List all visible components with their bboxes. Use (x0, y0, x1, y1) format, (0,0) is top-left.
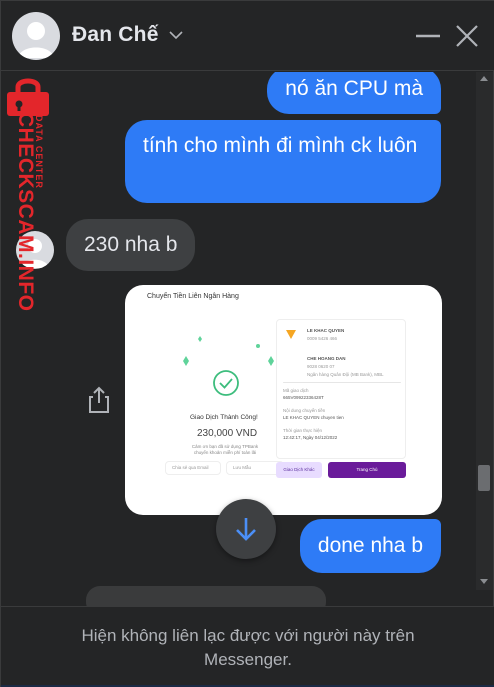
sender-account: 0009 5426 466 (307, 336, 338, 341)
avatar[interactable] (12, 12, 60, 60)
receiver-account: 9028 0620 07 (307, 364, 335, 369)
success-check-icon (213, 370, 239, 396)
chat-footer: Hiện không liên lạc được với người này t… (1, 606, 494, 687)
home-button: Trang Chủ (328, 462, 406, 478)
chevron-down-icon[interactable] (168, 29, 184, 41)
receipt-detail-card: LE KHAC QUYEN 0009 5426 466 CHE HOANG DA… (276, 319, 406, 459)
message-bubble-outgoing[interactable]: done nha b (299, 519, 441, 573)
chat-header: Đan Chế (1, 1, 494, 71)
watermark-title: CHECKSCAM.INFO (14, 112, 37, 312)
share-icon[interactable] (87, 386, 111, 414)
ref-label: Mã giao dịch (283, 388, 309, 393)
time-label: Thời gian thực hiện (283, 428, 322, 433)
transfer-note: Cảm ơn bạn đã sử dụng TPBank chuyển khoả… (191, 444, 259, 455)
lock-icon (7, 78, 49, 116)
minimize-icon[interactable] (415, 23, 441, 49)
divider (283, 382, 401, 383)
other-transaction-button: Giao Dịch Khác (276, 462, 322, 478)
watermark: DATA CENTER CHECKSCAM.INFO (1, 75, 57, 315)
time-value: 12:42:17, Ngày 04/12/2022 (283, 435, 338, 440)
message-bubble-outgoing[interactable]: tính cho mình đi mình ck luôn (125, 120, 441, 203)
receipt-title: Chuyển Tiền Liên Ngân Hàng (147, 293, 239, 300)
message-bubble-incoming[interactable]: 230 nha b (66, 219, 196, 271)
scroll-to-bottom-button[interactable] (216, 499, 276, 559)
message-list[interactable]: nó ăn CPU mà tính cho mình đi mình ck lu… (1, 72, 476, 606)
scroll-down-arrow-icon[interactable] (480, 579, 488, 584)
scrollbar-thumb[interactable] (478, 465, 490, 491)
transfer-status: Giao Dịch Thành Công! (190, 414, 258, 421)
receipt-success-panel: Giao Dịch Thành Công! 230,000 VND Cảm ơn… (137, 313, 284, 483)
content-value: LE KHAC QUYEN chuyen tien (283, 415, 344, 420)
arrow-down-icon (236, 518, 256, 541)
ref-value: 665V09922336428T (283, 395, 324, 400)
share-email-chip: Chia sẻ qua Email (165, 461, 221, 475)
content-label: Nội dung chuyển tiền (283, 408, 326, 413)
partial-message-bubble (86, 586, 326, 606)
message-scrollbar[interactable] (476, 72, 493, 590)
unavailable-notice: Hiện không liên lạc được với người này t… (81, 626, 415, 669)
sender-name: LE KHAC QUYEN (307, 328, 345, 333)
close-icon[interactable] (454, 22, 480, 50)
receiver-bank: Ngân hàng Quân Đội (MB Bank), MBL (307, 372, 384, 377)
contact-name[interactable]: Đan Chế (72, 23, 159, 47)
transfer-amount: 230,000 VND (197, 428, 258, 439)
receiver-name: CHE HOANG DAN (307, 356, 346, 361)
image-message-transfer-receipt[interactable]: Chuyển Tiền Liên Ngân Hàng Giao Dịch Thà… (125, 285, 442, 515)
bank-logo-icon (286, 330, 296, 339)
message-bubble-outgoing[interactable]: nó ăn CPU mà (267, 72, 441, 114)
scroll-up-arrow-icon[interactable] (480, 76, 488, 81)
chat-window: Đan Chế nó ăn CPU mà tính cho mình đi mì… (0, 0, 494, 687)
